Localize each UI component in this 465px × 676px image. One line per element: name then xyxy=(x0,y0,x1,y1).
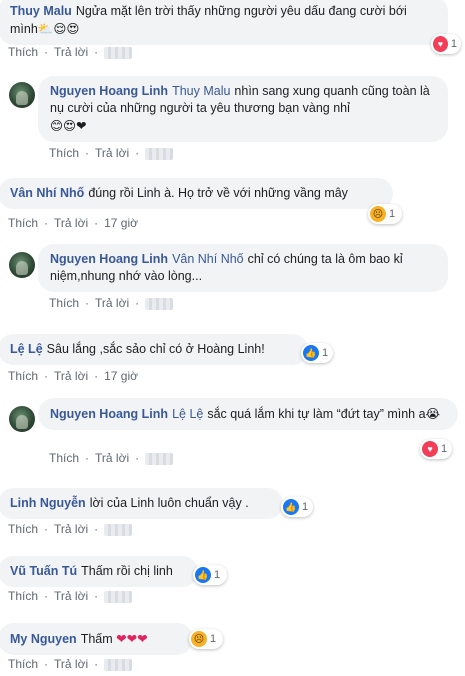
author-name[interactable]: Linh Nguyễn xyxy=(10,496,86,510)
reply-comment: Nguyen Hoang Linh Vân Nhí Nhố chỉ có chúng… xyxy=(0,240,465,320)
timestamp[interactable]: 17 giờ xyxy=(104,369,138,383)
comment-emoji: ⛅😌😍 xyxy=(37,21,80,36)
author-name[interactable]: Lệ Lệ xyxy=(10,342,43,356)
reply-link[interactable]: Trả lời xyxy=(54,369,88,383)
comment: My Nguyen Thấm ❤❤❤ ☹ 1 Thích · Trả lời · xyxy=(0,623,465,676)
heart-icon: ♥ xyxy=(433,36,448,52)
comment-emoji: 😊😍❤ xyxy=(50,118,87,133)
like-link[interactable]: Thích xyxy=(8,522,38,536)
sad-face-icon: ☹ xyxy=(370,206,386,222)
comment-actions: Thích · Trả lời · 17 giờ xyxy=(8,369,138,383)
comment-bubble: Thuy Malu Ngửa mặt lên trời thấy những ng… xyxy=(0,0,448,45)
author-name[interactable]: Nguyen Hoang Linh xyxy=(50,407,168,421)
author-name[interactable]: Vũ Tuấn Tú xyxy=(10,564,77,578)
blurred-time xyxy=(145,297,174,310)
reply-link[interactable]: Trả lời xyxy=(95,146,129,160)
reaction-count[interactable]: ♥ 1 xyxy=(420,439,452,459)
reaction-count[interactable]: 👍 1 xyxy=(193,565,227,585)
comment: Linh Nguyễn lời của Linh luôn chuẩn vậy .… xyxy=(0,488,465,543)
reply-link[interactable]: Trả lời xyxy=(95,296,129,310)
author-name[interactable]: Nguyen Hoang Linh xyxy=(50,252,168,266)
blurred-time xyxy=(145,147,174,160)
comment-text: sắc quá lắm khi tự làm “đứt tay” mình a xyxy=(207,407,426,421)
thumbs-up-icon: 👍 xyxy=(283,499,299,515)
comment: Thuy Malu Ngửa mặt lên trời thấy những ng… xyxy=(0,0,465,70)
reaction-count[interactable]: ☹ 1 xyxy=(189,629,223,649)
like-link[interactable]: Thích xyxy=(8,589,38,603)
reaction-count[interactable]: 👍 1 xyxy=(301,343,333,363)
thumbs-up-icon: 👍 xyxy=(195,567,211,583)
author-name[interactable]: Nguyen Hoang Linh xyxy=(50,84,168,98)
comment-text: lời của Linh luôn chuẩn vậy . xyxy=(89,496,249,510)
comment-actions: Thích · Trả lời · xyxy=(49,146,179,160)
blurred-time xyxy=(104,46,133,59)
reply-link[interactable]: Trả lời xyxy=(54,589,88,603)
comment-actions: Thích · Trả lời · xyxy=(8,45,138,59)
comment-actions: Thích · Trả lời · xyxy=(49,296,179,310)
avatar[interactable] xyxy=(9,252,35,278)
comment-bubble: Lệ Lệ Sâu lắng ,sắc sảo chỉ có ở Hoàng Li… xyxy=(0,334,308,365)
comment-actions: Thích · Trả lời · xyxy=(8,589,138,603)
like-link[interactable]: Thích xyxy=(8,369,38,383)
reaction-count[interactable]: 👍 1 xyxy=(281,497,313,517)
blurred-time xyxy=(104,658,133,671)
comment: Vân Nhí Nhố đúng rồi Linh à. Họ trở về vớ… xyxy=(0,178,465,238)
comment-actions: Thích · Trả lời · xyxy=(49,451,179,465)
reply-link[interactable]: Trả lời xyxy=(95,451,129,465)
avatar[interactable] xyxy=(9,406,35,432)
comment-bubble: Nguyen Hoang Linh Lệ Lệ sắc quá lắm khi tự… xyxy=(38,398,458,430)
comment-text: Sâu lắng ,sắc sảo chỉ có ở Hoàng Linh! xyxy=(46,342,265,356)
tagged-user[interactable]: Lệ Lệ xyxy=(172,407,203,421)
comment-text: đúng rồi Linh à. Họ trở về với những vần… xyxy=(88,186,348,200)
blurred-time xyxy=(104,590,133,603)
comment-bubble: Vân Nhí Nhố đúng rồi Linh à. Họ trở về vớ… xyxy=(0,178,393,209)
tagged-user[interactable]: Vân Nhí Nhố xyxy=(172,252,244,266)
comment-bubble: Nguyen Hoang Linh Vân Nhí Nhố chỉ có chúng… xyxy=(38,244,448,292)
tagged-user[interactable]: Thuy Malu xyxy=(172,84,230,98)
author-name[interactable]: My Nguyen xyxy=(10,632,77,646)
heart-emoji: ❤❤❤ xyxy=(116,631,148,646)
reaction-count[interactable]: ☹ 1 xyxy=(368,204,402,224)
comment: Vũ Tuấn Tú Thấm rồi chị linh 👍 1 Thích · Trả… xyxy=(0,556,465,611)
reply-link[interactable]: Trả lời xyxy=(54,45,88,59)
reaction-count[interactable]: ♥ 1 xyxy=(431,34,461,54)
blurred-time xyxy=(104,523,133,536)
comment-bubble: Linh Nguyễn lời của Linh luôn chuẩn vậy . xyxy=(0,488,283,519)
comment-bubble: Vũ Tuấn Tú Thấm rồi chị linh xyxy=(0,556,198,587)
heart-icon: ♥ xyxy=(422,441,438,457)
like-link[interactable]: Thích xyxy=(49,146,79,160)
comment-emoji: 😭 xyxy=(425,406,441,421)
comment-text: Thấm rồi chị linh xyxy=(81,564,173,578)
comment-actions: Thích · Trả lời · 17 giờ xyxy=(8,216,138,230)
like-link[interactable]: Thích xyxy=(8,657,38,671)
blurred-time xyxy=(145,452,174,465)
comment: Lệ Lệ Sâu lắng ,sắc sảo chỉ có ở Hoàng Li… xyxy=(0,334,465,394)
thumbs-up-icon: 👍 xyxy=(303,345,319,361)
like-link[interactable]: Thích xyxy=(49,296,79,310)
reply-comment: Nguyen Hoang Linh Thuy Malu nhìn sang xung… xyxy=(0,70,465,170)
reply-link[interactable]: Trả lời xyxy=(54,216,88,230)
like-link[interactable]: Thích xyxy=(8,216,38,230)
like-link[interactable]: Thích xyxy=(49,451,79,465)
comment-bubble: Nguyen Hoang Linh Thuy Malu nhìn sang xung… xyxy=(38,76,448,142)
comment-actions: Thích · Trả lời · xyxy=(8,522,138,536)
comment-bubble: My Nguyen Thấm ❤❤❤ xyxy=(0,623,193,655)
reply-link[interactable]: Trả lời xyxy=(54,522,88,536)
avatar[interactable] xyxy=(9,82,35,108)
timestamp[interactable]: 17 giờ xyxy=(104,216,138,230)
comment-text: Thấm xyxy=(80,632,113,646)
like-link[interactable]: Thích xyxy=(8,45,38,59)
author-name[interactable]: Vân Nhí Nhố xyxy=(10,186,84,200)
reply-link[interactable]: Trả lời xyxy=(54,657,88,671)
author-name[interactable]: Thuy Malu xyxy=(10,4,72,18)
comment-actions: Thích · Trả lời · xyxy=(8,657,138,671)
sad-face-icon: ☹ xyxy=(191,631,207,647)
reply-comment: Nguyen Hoang Linh Lệ Lệ sắc quá lắm khi tự… xyxy=(0,396,465,476)
